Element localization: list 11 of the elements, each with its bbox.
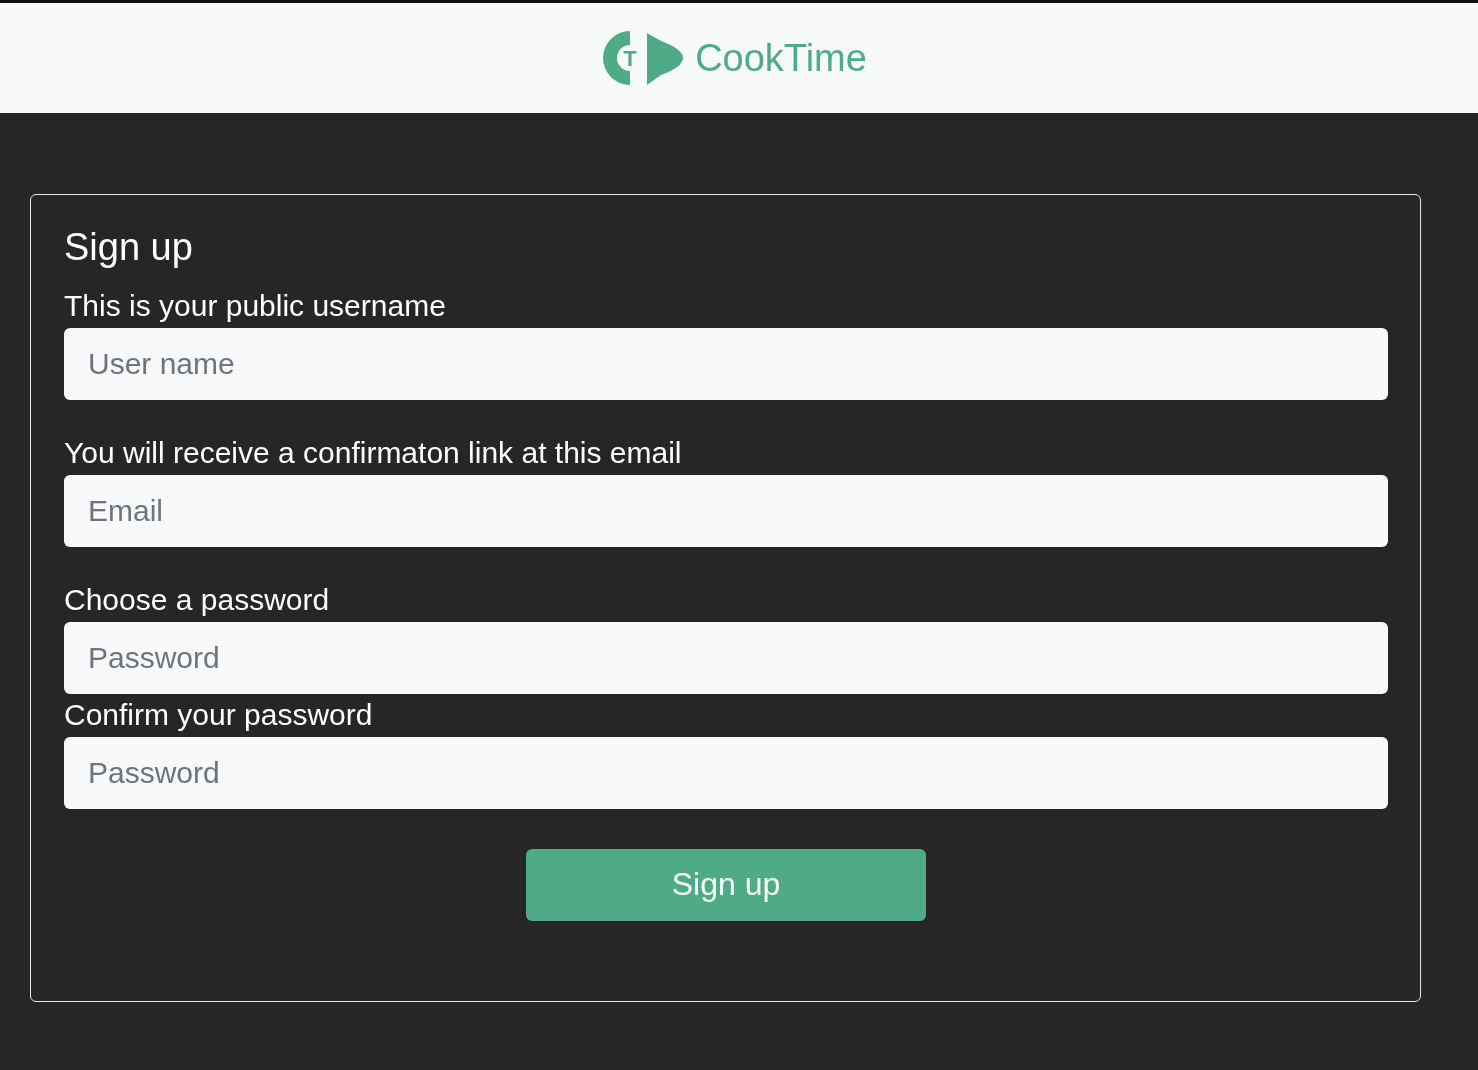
field-label: This is your public username [64,288,447,322]
sign-up-button[interactable]: Sign up [526,848,926,921]
field-label: Confirm your password [64,697,374,731]
input-field[interactable]: Password [64,736,1388,809]
brand-name: CookTime [695,36,867,80]
field-label: You will receive a confirmaton link at this email [64,435,683,469]
input-field[interactable]: Email [64,474,1388,547]
input-field[interactable]: User name [64,327,1388,400]
input-field[interactable]: Password [64,621,1388,694]
form-title: Sign up [64,225,194,270]
field-label: Choose a password [64,582,331,616]
